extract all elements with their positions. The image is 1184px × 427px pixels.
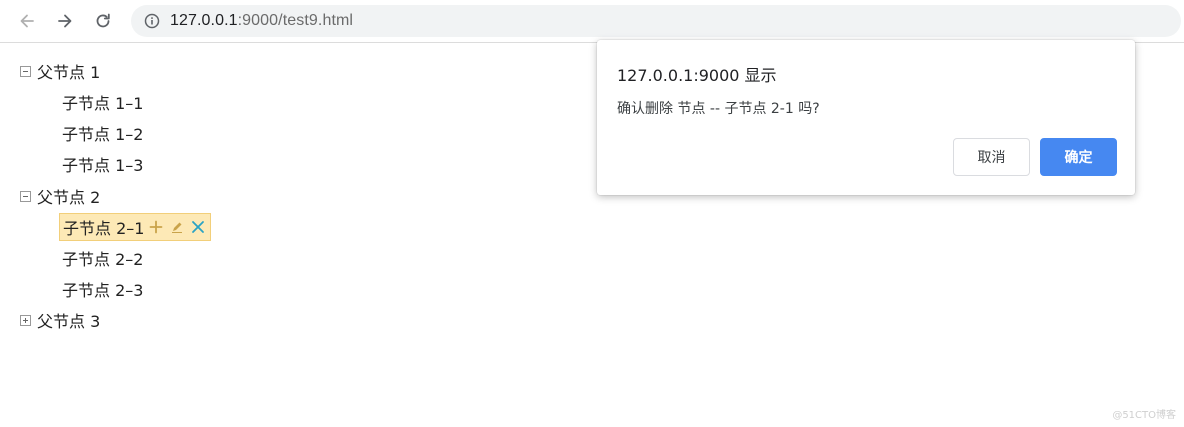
dialog-message: 确认删除 节点 -- 子节点 2-1 吗? [617, 101, 820, 117]
tree-parent-3[interactable]: 父节点 3 [20, 308, 100, 332]
url-path: :9000/test9.html [237, 12, 354, 29]
pencil-icon[interactable] [168, 218, 186, 236]
tree-parent-1[interactable]: 父节点 1 [20, 59, 100, 83]
tree-parent-label[interactable]: 父节点 3 [37, 308, 100, 332]
expand-icon[interactable] [20, 314, 31, 326]
tree-parent-label[interactable]: 父节点 2 [37, 184, 100, 208]
cancel-button[interactable]: 取消 [953, 138, 1030, 176]
arrow-left-icon [20, 14, 34, 28]
close-icon[interactable] [189, 218, 207, 236]
tree-child-label[interactable]: 子节点 1–3 [59, 150, 146, 178]
ok-button[interactable]: 确定 [1040, 138, 1117, 176]
address-bar[interactable]: 127.0.0.1:9000/test9.html [131, 5, 1181, 37]
tree-child-label[interactable]: 子节点 2–2 [59, 244, 146, 272]
reload-icon [96, 13, 110, 28]
tree-child-1-2[interactable]: 子节点 1–2 [59, 121, 146, 145]
collapse-icon[interactable] [20, 190, 31, 202]
confirm-dialog: 127.0.0.1:9000 显示 确认删除 节点 -- 子节点 2-1 吗? … [597, 40, 1135, 195]
tree-child-1-1[interactable]: 子节点 1–1 [59, 90, 146, 114]
tree-child-2-1[interactable]: 子节点 2–1 [59, 213, 212, 241]
url-host: 127.0.0.1 [170, 12, 238, 29]
tree-parent-2[interactable]: 父节点 2 [20, 184, 100, 208]
tree-child-label[interactable]: 子节点 2–1 [63, 215, 144, 239]
tree-child-label[interactable]: 子节点 2–3 [59, 275, 146, 303]
dialog-title: 127.0.0.1:9000 显示 [617, 66, 777, 85]
tree-child-2-2[interactable]: 子节点 2–2 [59, 246, 146, 270]
url-text: 127.0.0.1:9000/test9.html [170, 12, 353, 30]
reload-button[interactable] [90, 8, 116, 34]
selected-node[interactable]: 子节点 2–1 [59, 213, 212, 241]
browser-toolbar: 127.0.0.1:9000/test9.html [0, 0, 1184, 43]
watermark: @51CTO博客 [1112, 410, 1176, 421]
info-icon[interactable] [143, 12, 161, 30]
back-button[interactable] [14, 8, 40, 34]
forward-button[interactable] [52, 8, 78, 34]
collapse-icon[interactable] [20, 65, 31, 77]
add-icon[interactable] [147, 218, 165, 236]
tree-parent-label[interactable]: 父节点 1 [37, 59, 100, 83]
tree-child-2-3[interactable]: 子节点 2–3 [59, 277, 146, 301]
tree-child-label[interactable]: 子节点 1–1 [59, 88, 146, 116]
tree-child-label[interactable]: 子节点 1–2 [59, 119, 146, 147]
arrow-right-icon [58, 14, 72, 28]
tree-child-1-3[interactable]: 子节点 1–3 [59, 152, 146, 176]
